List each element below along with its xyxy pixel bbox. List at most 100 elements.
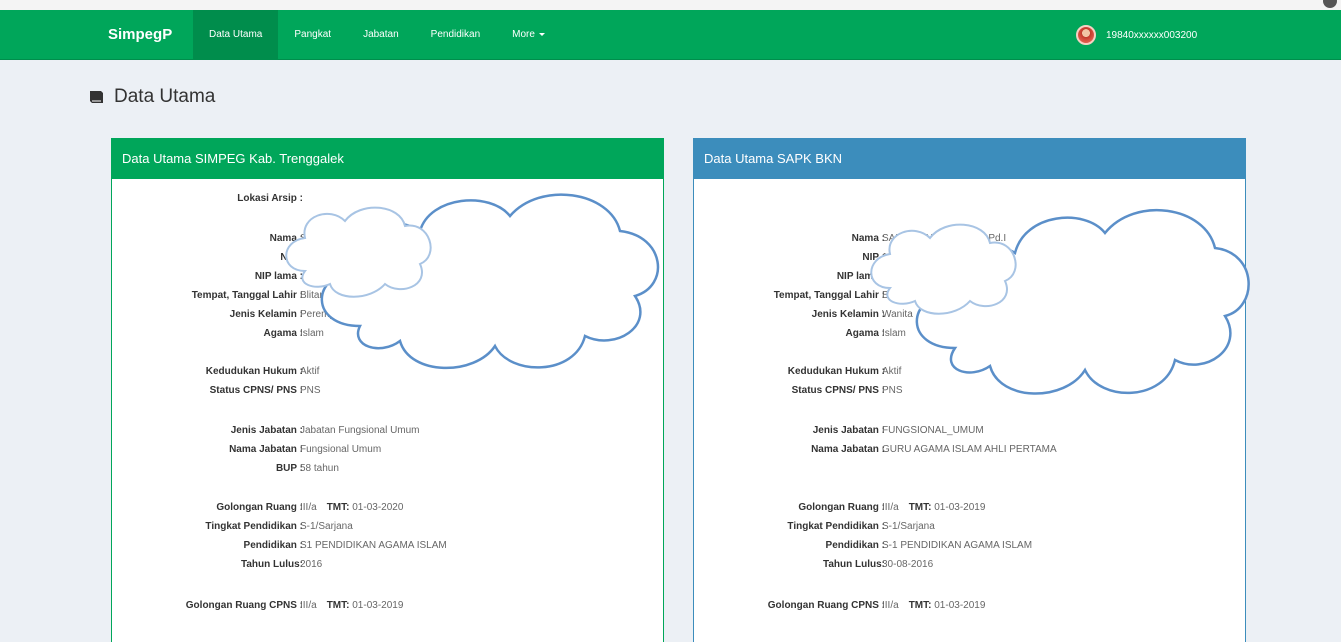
row-pendidikan: Pendidikan : S1 PENDIDIKAN AGAMA ISLAM <box>112 537 663 555</box>
panel-simpeg: Data Utama SIMPEG Kab. Trenggalek Lokasi… <box>111 138 664 642</box>
value-jenis-kelamin: Wanita <box>882 309 913 320</box>
value-kedudukan-hukum: Aktif <box>300 366 320 377</box>
row-nama-jabatan: Nama Jabatan : GURU AGAMA ISLAM AHLI PERT… <box>694 441 1245 459</box>
row-nama: Nama : SARI A DAMAYANTI, S.Pd.I <box>112 230 663 248</box>
label-lokasi-arsip: Lokasi Arsip : <box>237 193 303 204</box>
row-tahun-lulus: Tahun Lulus: 30-08-2016 <box>694 556 1245 574</box>
nav-item-jabatan[interactable]: Jabatan <box>347 10 415 60</box>
row-kedudukan-hukum: Kedudukan Hukum : Aktif <box>112 363 663 381</box>
label-kedudukan-hukum: Kedudukan Hukum : <box>787 366 885 377</box>
row-jenis-jabatan: Jenis Jabatan : Jabatan Fungsional Umum <box>112 422 663 440</box>
label-nip-lama: NIP lama : <box>836 271 885 282</box>
label-tmt-cpns: TMT: <box>908 600 932 611</box>
nav-item-pendidikan[interactable]: Pendidikan <box>415 10 496 60</box>
label-jenis-jabatan: Jenis Jabatan : <box>230 425 303 436</box>
value-status-cpns: PNS <box>300 385 321 396</box>
value-nip: 19840xxxxxx0032008 <box>882 252 979 263</box>
value-ttl: BLITAR, 12-02-1984 <box>882 290 973 301</box>
panel-simpeg-body: Lokasi Arsip : Nama : SARI A DAMAYANTI, S… <box>112 179 663 642</box>
label-status-cpns: Status CPNS/ PNS : <box>791 385 885 396</box>
value-agama: Islam <box>882 328 906 339</box>
value-tahun-lulus: 2016 <box>300 559 323 570</box>
row-kedudukan-hukum: Kedudukan Hukum : Aktif <box>694 363 1245 381</box>
row-tingkat-pendidikan: Tingkat Pendidikan : S-1/Sarjana <box>112 518 663 536</box>
row-nama-jabatan: Nama Jabatan : Fungsional Umum <box>112 441 663 459</box>
value-tingkat-pendidikan: S-1/Sarjana <box>300 521 353 532</box>
value-golongan: III/a <box>300 502 317 513</box>
row-golongan-cpns: Golongan Ruang CPNS : III/a TMT: 01-03-201… <box>112 597 663 615</box>
value-nama-jabatan: Fungsional Umum <box>300 444 382 455</box>
label-nama: Nama : <box>851 233 885 244</box>
nav-item-pangkat[interactable]: Pangkat <box>278 10 347 60</box>
label-tahun-lulus: Tahun Lulus: <box>822 559 885 570</box>
row-agama: Agama : Islam <box>112 325 663 343</box>
label-pendidikan: Pendidikan : <box>243 540 303 551</box>
value-pendidikan: S1 PENDIDIKAN AGAMA ISLAM <box>300 540 447 551</box>
value-jenis-jabatan: FUNGSIONAL_UMUM <box>882 425 984 436</box>
value-tmt: 01-03-2019 <box>934 502 986 513</box>
value-tmt: 01-03-2020 <box>352 502 404 513</box>
row-golongan-ruang: Golongan Ruang : III/a TMT: 01-03-2020 <box>112 499 663 517</box>
label-golongan-ruang: Golongan Ruang : <box>798 502 885 513</box>
row-tahun-lulus: Tahun Lulus: 2016 <box>112 556 663 574</box>
row-ttl: Tempat, Tanggal Lahir : BLITAR, 12-02-198… <box>694 287 1245 305</box>
row-lokasi-arsip: Lokasi Arsip : <box>112 190 663 208</box>
panel-simpeg-title: Data Utama SIMPEG Kab. Trenggalek <box>112 139 663 179</box>
label-status-cpns: Status CPNS/ PNS : <box>209 385 303 396</box>
label-golongan-ruang: Golongan Ruang : <box>216 502 303 513</box>
value-tmt-cpns: 01-03-2019 <box>352 600 404 611</box>
value-golongan-cpns-ruang: III/a <box>300 600 317 611</box>
label-tingkat-pendidikan: Tingkat Pendidikan : <box>787 521 885 532</box>
value-nama-jabatan: GURU AGAMA ISLAM AHLI PERTAMA <box>882 444 1057 455</box>
label-nip-lama: NIP lama : <box>254 271 303 282</box>
user-icon <box>1323 0 1337 8</box>
browser-top-strip <box>0 0 1341 10</box>
value-status-cpns: PNS <box>882 385 903 396</box>
row-jenis-jabatan: Jenis Jabatan : FUNGSIONAL_UMUM <box>694 422 1245 440</box>
row-agama: Agama : Islam <box>694 325 1245 343</box>
label-golongan-cpns: Golongan Ruang CPNS : <box>767 600 885 611</box>
value-tmt-cpns: 01-03-2019 <box>934 600 986 611</box>
label-tahun-lulus: Tahun Lulus: <box>240 559 303 570</box>
row-pendidikan: Pendidikan : S-1 PENDIDIKAN AGAMA ISLAM <box>694 537 1245 555</box>
label-tmt: TMT: <box>908 502 932 513</box>
user-menu[interactable]: 19840xxxxxx003200 <box>1076 10 1197 60</box>
main-nav: Data Utama Pangkat Jabatan Pendidikan Mo… <box>193 10 561 60</box>
brand-logo[interactable]: SimpegP <box>108 10 172 60</box>
page-title-text: Data Utama <box>114 86 216 107</box>
row-tingkat-pendidikan: Tingkat Pendidikan : S-1/Sarjana <box>694 518 1245 536</box>
row-nip-lama: NIP lama : <box>112 268 663 286</box>
user-id: 19840xxxxxx003200 <box>1106 29 1198 41</box>
row-golongan-ruang: Golongan Ruang : III/a TMT: 01-03-2019 <box>694 499 1245 517</box>
value-nip: 1984021220190032008 <box>300 252 406 263</box>
label-agama: Agama : <box>845 328 885 339</box>
value-kedudukan-hukum: Aktif <box>882 366 902 377</box>
nav-item-data-utama[interactable]: Data Utama <box>193 10 279 60</box>
value-nama: SARI A DAMAYANTI, S.Pd.I <box>300 233 425 244</box>
panel-sapk-bkn: Data Utama SAPK BKN Nama : SARI A DAMAYAN… <box>693 138 1246 642</box>
value-tingkat-pendidikan: S-1/Sarjana <box>882 521 935 532</box>
label-tmt: TMT: <box>326 502 350 513</box>
panel-sapk-body: Nama : SARI A DAMAYANTI, S.Pd.I NIP :1984… <box>694 179 1245 642</box>
book-icon <box>90 91 103 103</box>
nav-item-more-label: More <box>512 29 535 40</box>
value-nama: SARI A DAMAYANTI, S.Pd.I <box>882 233 1007 244</box>
label-pendidikan: Pendidikan : <box>825 540 885 551</box>
label-tingkat-pendidikan: Tingkat Pendidikan : <box>205 521 303 532</box>
label-jenis-kelamin: Jenis Kelamin : <box>811 309 885 320</box>
value-pendidikan: S-1 PENDIDIKAN AGAMA ISLAM <box>882 540 1033 551</box>
value-golongan-cpns: III/a TMT: 01-03-2019 <box>300 597 403 615</box>
brand-name: Simpeg <box>108 26 163 43</box>
page-title: Data Utama <box>88 82 215 112</box>
caret-down-icon <box>538 32 545 36</box>
row-nip-lama: NIP lama : <box>694 268 1245 286</box>
avatar <box>1076 25 1096 45</box>
nav-item-more[interactable]: More <box>496 10 561 60</box>
row-golongan-cpns: Golongan Ruang CPNS : III/a TMT: 01-03-201… <box>694 597 1245 615</box>
label-jenis-jabatan: Jenis Jabatan : <box>812 425 885 436</box>
label-ttl: Tempat, Tanggal Lahir : <box>773 290 885 301</box>
row-status-cpns: Status CPNS/ PNS : PNS <box>112 382 663 400</box>
value-ttl: Blitar, 12-02-1984 <box>300 290 379 301</box>
label-kedudukan-hukum: Kedudukan Hukum : <box>205 366 303 377</box>
value-agama: Islam <box>300 328 324 339</box>
